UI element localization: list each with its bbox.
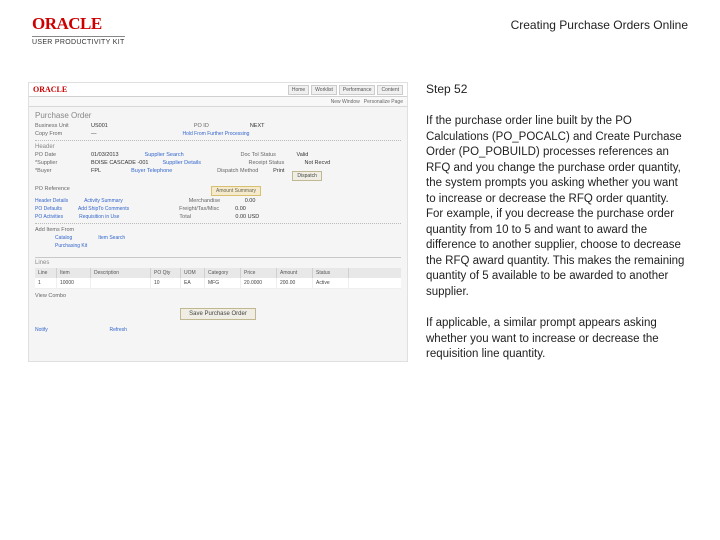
cell-uom[interactable]: EA <box>181 278 205 288</box>
nav-tab-worklist[interactable]: Worklist <box>311 85 337 95</box>
cell-price[interactable]: 20.0000 <box>241 278 277 288</box>
header-section-title: Header <box>35 144 401 150</box>
link-personalize[interactable]: Personalize Page <box>364 99 403 105</box>
cell-cat[interactable]: MFG <box>205 278 241 288</box>
cell-desc[interactable] <box>91 278 151 288</box>
dispatch-button[interactable]: Dispatch <box>292 171 321 181</box>
dispatch-value[interactable]: Print <box>273 168 284 184</box>
app-logo: ORACLE <box>33 85 67 94</box>
grid-header: Line Item Description PO Qty UOM Categor… <box>35 268 401 278</box>
supplier-details-link[interactable]: Supplier Details <box>162 160 212 166</box>
cell-status: Active <box>313 278 349 288</box>
receipt-status-value: Not Recvd <box>304 160 330 166</box>
bu-label: Business Unit <box>35 123 85 129</box>
po-date-label: PO Date <box>35 152 85 158</box>
logo-block: ORACLE USER PRODUCTIVITY KIT <box>32 14 125 46</box>
nav-tab-performance[interactable]: Performance <box>339 85 376 95</box>
buyer-value[interactable]: FPL <box>91 168 101 184</box>
amount-summary-box: Amount Summary <box>211 186 261 196</box>
app-nav-tabs: Home Worklist Performance Content <box>288 85 403 95</box>
notify-link[interactable]: Notify <box>35 327 48 333</box>
cell-qty[interactable]: 10 <box>151 278 181 288</box>
app-sub-bar: New Window Personalize Page <box>29 97 407 107</box>
link-new-window[interactable]: New Window <box>331 99 360 105</box>
form-area: Purchase Order Business Unit US001 PO ID… <box>29 107 407 337</box>
merch-amount: 0.00 <box>245 198 256 204</box>
col-price: Price <box>241 268 277 278</box>
total-amount: 0.00 USD <box>235 214 259 220</box>
receipt-status-label: Receipt Status <box>248 160 298 166</box>
col-line: Line <box>35 268 57 278</box>
buyer-label: *Buyer <box>35 168 85 184</box>
view-combo-label: View Combo <box>35 293 66 299</box>
oracle-logo: ORACLE <box>32 14 125 34</box>
doc-tol-label: Doc Tol Status <box>241 152 291 158</box>
freight-label: Freight/Tax/Misc <box>179 206 229 212</box>
page-header: ORACLE USER PRODUCTIVITY KIT Creating Pu… <box>0 0 720 52</box>
po-ref-label: PO Reference <box>35 186 85 196</box>
req-use-link[interactable]: Requisition in Use <box>79 214 119 220</box>
hold-link[interactable]: Hold From Further Processing <box>183 131 250 137</box>
cell-line: 1 <box>35 278 57 288</box>
po-defaults-link[interactable]: PO Defaults <box>35 206 62 212</box>
instruction-panel: Step 52 If the purchase order line built… <box>426 82 686 379</box>
po-id-label: PO ID <box>194 123 244 129</box>
app-top-bar: ORACLE Home Worklist Performance Content <box>29 83 407 97</box>
total-label: Total <box>179 214 229 220</box>
col-amount: Amount <box>277 268 313 278</box>
document-title: Creating Purchase Orders Online <box>511 18 688 32</box>
lines-title: Lines <box>35 260 401 266</box>
logo-subtitle: USER PRODUCTIVITY KIT <box>32 36 125 46</box>
paragraph-1: If the purchase order line built by the … <box>426 114 686 300</box>
cell-amount: 200.00 <box>277 278 313 288</box>
table-row[interactable]: 1 10000 10 EA MFG 20.0000 200.00 Active <box>35 278 401 289</box>
purchasing-kit-link[interactable]: Purchasing Kit <box>55 243 87 249</box>
item-search-link[interactable]: Item Search <box>98 235 125 241</box>
dispatch-label: Dispatch Method <box>217 168 267 184</box>
form-title: Purchase Order <box>35 111 401 120</box>
supplier-search-link[interactable]: Supplier Search <box>145 152 195 158</box>
lines-grid: Lines Line Item Description PO Qty UOM C… <box>35 257 401 333</box>
freight-amount: 0.00 <box>235 206 246 212</box>
copy-from-label: Copy From <box>35 131 85 137</box>
po-activities-link[interactable]: PO Activities <box>35 214 63 220</box>
bu-value: US001 <box>91 123 108 129</box>
add-shipto-link[interactable]: Add ShipTo Comments <box>78 206 129 212</box>
step-label: Step 52 <box>426 82 686 96</box>
col-desc: Description <box>91 268 151 278</box>
cell-item[interactable]: 10000 <box>57 278 91 288</box>
screenshot-thumbnail: ORACLE Home Worklist Performance Content… <box>28 82 408 362</box>
save-po-button[interactable]: Save Purchase Order <box>180 308 256 320</box>
add-items-from-label: Add Items From <box>35 227 85 233</box>
buyer-phone-link[interactable]: Buyer Telephone <box>131 168 181 184</box>
col-cat: Category <box>205 268 241 278</box>
activity-summary-link[interactable]: Activity Summary <box>84 198 123 204</box>
col-status: Status <box>313 268 349 278</box>
col-uom: UOM <box>181 268 205 278</box>
catalog-link[interactable]: Catalog <box>55 235 72 241</box>
paragraph-2: If applicable, a similar prompt appears … <box>426 316 686 363</box>
nav-tab-home[interactable]: Home <box>288 85 309 95</box>
refresh-link[interactable]: Refresh <box>109 327 127 333</box>
content-row: ORACLE Home Worklist Performance Content… <box>0 52 720 379</box>
nav-tab-content[interactable]: Content <box>377 85 403 95</box>
po-date-value[interactable]: 01/03/2013 <box>91 152 119 158</box>
doc-tol-value: Valid <box>297 152 309 158</box>
merch-label: Merchandise <box>189 198 239 204</box>
header-details-link[interactable]: Header Details <box>35 198 68 204</box>
copy-from-value[interactable]: — <box>91 131 97 137</box>
col-item: Item <box>57 268 91 278</box>
supplier-value[interactable]: BOISE CASCADE -001 <box>91 160 148 166</box>
col-qty: PO Qty <box>151 268 181 278</box>
supplier-label: *Supplier <box>35 160 85 166</box>
po-id-value: NEXT <box>250 123 265 129</box>
